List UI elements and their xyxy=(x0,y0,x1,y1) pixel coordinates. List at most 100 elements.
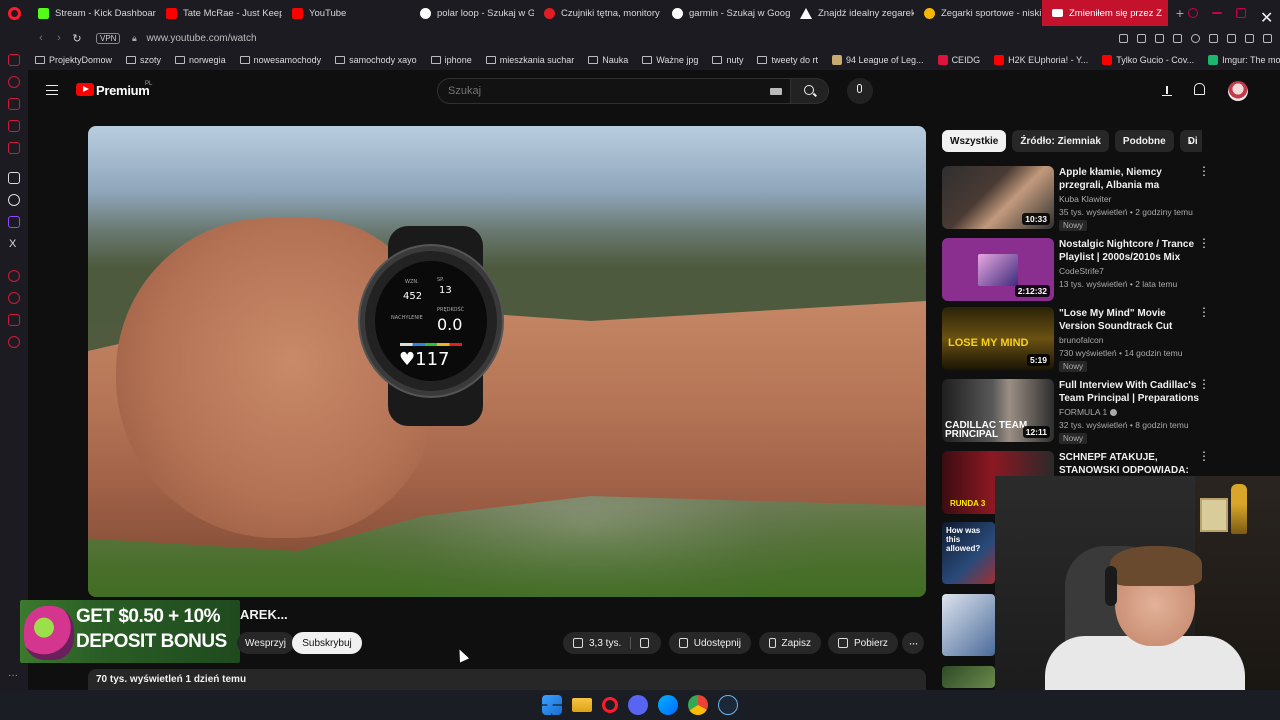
share-icon[interactable] xyxy=(1227,33,1236,43)
kebab-menu-icon[interactable]: ⋮ xyxy=(1198,165,1210,177)
tab-garmin[interactable]: garmin - Szukaj w Goog xyxy=(662,0,790,26)
menu-icon[interactable] xyxy=(46,85,58,95)
extensions-icon[interactable] xyxy=(1209,33,1218,43)
rec-title[interactable]: Full Interview With Cadillac's Team Prin… xyxy=(1059,379,1199,405)
messenger-icon[interactable] xyxy=(8,120,20,132)
support-button[interactable]: Wesprzyj xyxy=(237,632,294,654)
more-icon[interactable]: ··· xyxy=(8,670,20,682)
bookmark-link[interactable]: H2K EUphoria! - Y... xyxy=(987,55,1095,65)
download-button[interactable]: Pobierz xyxy=(828,632,898,654)
recommendation-item[interactable]: 10:33 Apple kłamie, Niemcy przegrali, Al… xyxy=(942,165,1212,231)
opera-browser-icon[interactable] xyxy=(602,697,618,713)
search-input[interactable] xyxy=(448,85,748,97)
save-button[interactable]: Zapisz xyxy=(759,632,821,654)
bookmark-folder[interactable]: ProjektyDomow xyxy=(28,55,119,65)
search-tabs-icon[interactable] xyxy=(1188,8,1198,18)
rec-title[interactable]: SCHNEPF ATAKUJE, STANOWSKI ODPOWIADA: ..… xyxy=(1059,451,1199,477)
bookmark-folder[interactable]: mieszkania suchar xyxy=(479,55,582,65)
reload-icon[interactable]: ↻ xyxy=(68,32,86,45)
search-button[interactable] xyxy=(791,78,829,104)
tab-kick[interactable]: Stream - Kick Dashboard xyxy=(28,0,156,26)
recommendation-item[interactable]: 2:12:32 Nostalgic Nightcore / Trance Pla… xyxy=(942,237,1212,302)
recommendation-item[interactable]: CADILLAC TEAM PRINCIPAL 12:11 Full Interv… xyxy=(942,378,1212,444)
keyboard-icon[interactable] xyxy=(770,88,782,95)
voice-search-button[interactable] xyxy=(847,78,873,104)
play-icon[interactable] xyxy=(1173,33,1182,43)
share-button[interactable]: Udostępnij xyxy=(669,632,751,654)
chevron-right-icon[interactable]: › xyxy=(1188,136,1192,148)
back-icon[interactable]: ‹ xyxy=(32,32,50,44)
heart-icon[interactable] xyxy=(1191,33,1200,43)
bookmark-folder[interactable]: Nauka xyxy=(581,55,635,65)
bookmark-folder[interactable]: samochody xayo xyxy=(328,55,424,65)
steam-icon[interactable] xyxy=(718,695,738,715)
tab-polar[interactable]: polar loop - Szukaj w Go xyxy=(410,0,534,26)
upload-icon[interactable] xyxy=(1162,84,1172,96)
video-thumbnail[interactable]: CADILLAC TEAM PRINCIPAL 12:11 xyxy=(942,379,1054,442)
file-explorer-icon[interactable] xyxy=(572,698,592,712)
tab-active-video[interactable]: Zmieniłem się przez Z xyxy=(1042,0,1168,26)
bookmark-folder[interactable]: tweety do rt xyxy=(750,55,825,65)
bookmark-link[interactable]: CEIDG xyxy=(931,55,988,65)
wallet-icon[interactable] xyxy=(1155,33,1164,43)
more-actions-button[interactable]: ··· xyxy=(902,632,924,654)
vpn-badge[interactable]: VPN xyxy=(96,32,121,44)
tab-tate[interactable]: Tate McRae - Just Keep xyxy=(156,0,282,26)
chrome-icon[interactable] xyxy=(688,695,708,715)
kebab-menu-icon[interactable]: ⋮ xyxy=(1198,378,1210,390)
messenger-app-icon[interactable] xyxy=(658,695,678,715)
history-icon[interactable] xyxy=(8,270,20,282)
extensions-sidebar-icon[interactable] xyxy=(8,314,20,326)
rec-channel[interactable]: FORMULA 1 xyxy=(1059,407,1118,417)
bag-icon[interactable] xyxy=(8,98,20,110)
bookmark-folder[interactable]: nowesamochody xyxy=(233,55,329,65)
video-thumbnail[interactable] xyxy=(942,666,995,688)
video-thumbnail[interactable]: 10:33 xyxy=(942,166,1054,229)
tab-czujniki[interactable]: Czujniki tętna, monitory xyxy=(534,0,662,26)
youtube-brand[interactable]: Premium xyxy=(96,83,150,98)
mail-icon[interactable] xyxy=(8,142,20,154)
close-icon[interactable]: ✕ xyxy=(1260,8,1273,27)
forward-icon[interactable]: › xyxy=(50,32,68,44)
rec-title[interactable]: "Lose My Mind" Movie Version Soundtrack … xyxy=(1059,307,1199,333)
minimize-icon[interactable] xyxy=(1212,12,1222,14)
bookmark-link[interactable]: Tylko Gucio - Cov... xyxy=(1095,55,1201,65)
twitch-icon[interactable] xyxy=(8,216,20,228)
clock-icon[interactable] xyxy=(8,292,20,304)
video-thumbnail[interactable]: LOSE MY MIND 5:19 xyxy=(942,307,1054,370)
chip-source[interactable]: Źródło: Ziemniak xyxy=(1012,130,1109,152)
tab-youtube[interactable]: YouTube xyxy=(282,0,410,26)
bookmark-folder[interactable]: nuty xyxy=(705,55,750,65)
bookmark-link[interactable]: 94 League of Leg... xyxy=(825,55,931,65)
rec-channel[interactable]: CodeStrife7 xyxy=(1059,266,1104,276)
kebab-menu-icon[interactable]: ⋮ xyxy=(1198,306,1210,318)
bookmark-folder[interactable]: iphone xyxy=(424,55,479,65)
recommendation-item[interactable]: LOSE MY MIND 5:19 "Lose My Mind" Movie Ve… xyxy=(942,306,1212,372)
rec-channel[interactable]: Kuba Klawiter xyxy=(1059,194,1111,204)
discord-icon[interactable] xyxy=(628,695,648,715)
url-field[interactable]: www.youtube.com/watch xyxy=(146,33,256,44)
video-thumbnail[interactable] xyxy=(942,594,995,656)
bookmark-folder[interactable]: Ważne jpg xyxy=(635,55,705,65)
subscribe-button[interactable]: Subskrybuj xyxy=(292,632,362,654)
ad-banner[interactable]: GET $0.50 + 10% DEPOSIT BONUS xyxy=(20,600,240,663)
pin-icon[interactable] xyxy=(1119,33,1128,43)
windows-start-icon[interactable] xyxy=(542,695,562,715)
rec-channel[interactable]: brunofalcon xyxy=(1059,335,1103,345)
lock-icon[interactable]: 🔒︎ xyxy=(128,33,140,44)
bookmark-folder[interactable]: norwegia xyxy=(168,55,233,65)
snapshot-icon[interactable] xyxy=(1137,33,1146,43)
tab-zegarki[interactable]: Zegarki sportowe - niski xyxy=(914,0,1042,26)
chip-all[interactable]: Wszystkie xyxy=(942,130,1007,152)
tab-znajdz[interactable]: Znajdź idealny zegarek xyxy=(790,0,914,26)
settings-icon[interactable] xyxy=(8,336,20,348)
maximize-icon[interactable] xyxy=(1236,8,1246,18)
thumbs-down-icon[interactable] xyxy=(640,638,649,648)
kebab-menu-icon[interactable]: ⋮ xyxy=(1198,237,1210,249)
bookmark-folder[interactable]: szoty xyxy=(119,55,168,65)
youtube-logo-icon[interactable] xyxy=(76,83,94,96)
aria-icon[interactable] xyxy=(8,76,20,88)
chip-related[interactable]: Podobne xyxy=(1114,130,1174,152)
speed-dial-icon[interactable] xyxy=(8,54,20,66)
app-icon[interactable] xyxy=(8,172,20,184)
